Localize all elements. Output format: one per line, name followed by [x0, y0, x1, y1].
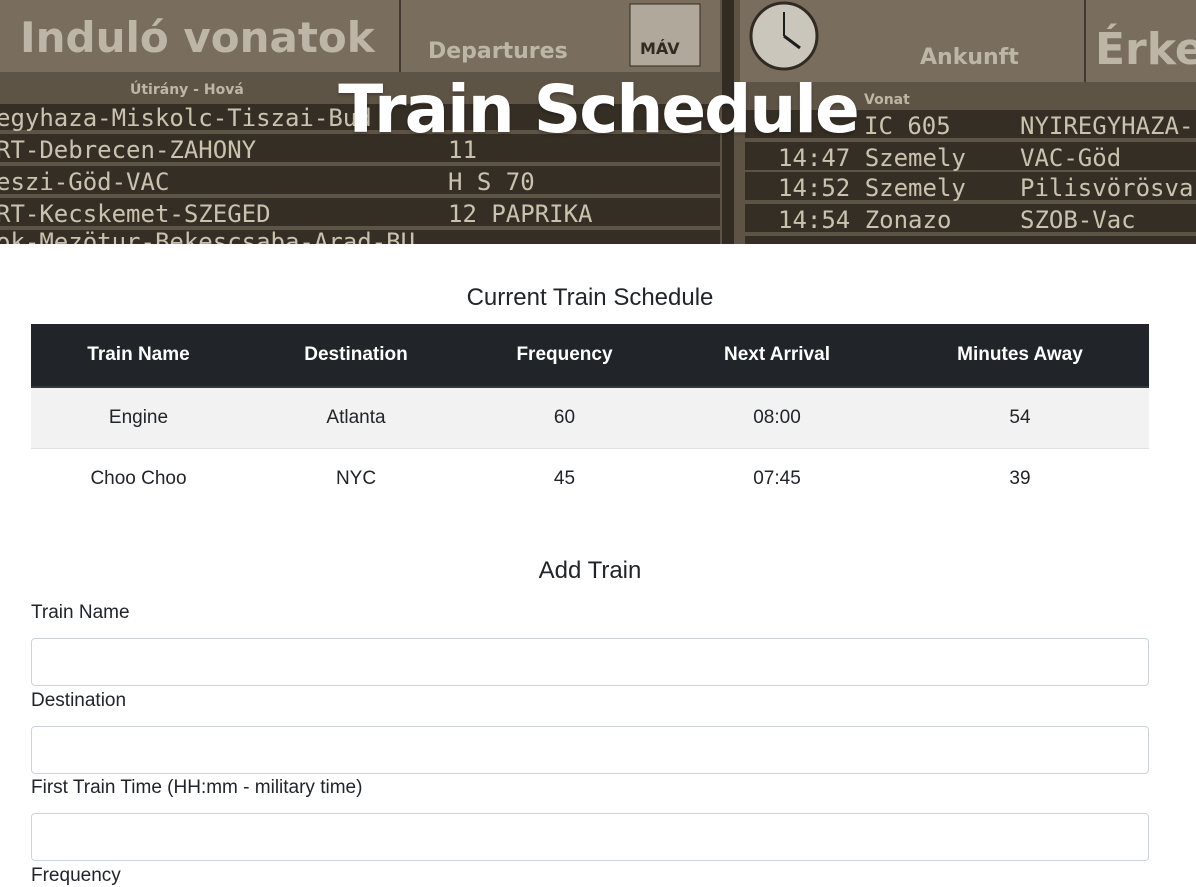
cell-destination: NYC: [246, 448, 466, 509]
page-title: Train Schedule: [338, 71, 859, 148]
schedule-heading: Current Train Schedule: [466, 284, 714, 311]
hero-banner: Induló vonatok Departures MÁV Ankunft Ér…: [0, 0, 1196, 244]
cell-train-name: Choo Choo: [31, 448, 246, 509]
table-row: Choo Choo NYC 45 07:45 39: [31, 448, 1149, 509]
table-header-row: Train Name Destination Frequency Next Ar…: [31, 324, 1149, 388]
table-header: Train Name Destination Frequency Next Ar…: [31, 324, 1149, 388]
add-train-heading: Add Train: [538, 557, 642, 584]
first-train-time-input[interactable]: [31, 813, 1149, 861]
first-train-time-label: First Train Time (HH:mm - military time): [31, 777, 363, 798]
train-schedule-table: Train Name Destination Frequency Next Ar…: [31, 324, 1149, 509]
column-header-frequency: Frequency: [466, 324, 663, 388]
table-row: Engine Atlanta 60 08:00 54: [31, 386, 1149, 449]
column-header-minutes-away: Minutes Away: [891, 324, 1149, 388]
train-name-input[interactable]: [31, 638, 1149, 686]
train-name-label: Train Name: [31, 602, 130, 623]
destination-input[interactable]: [31, 726, 1149, 774]
column-header-train-name: Train Name: [31, 324, 246, 388]
cell-minutes-away: 39: [891, 448, 1149, 509]
cell-next-arrival: 07:45: [663, 448, 891, 509]
cell-next-arrival: 08:00: [663, 386, 891, 449]
cell-frequency: 45: [466, 448, 663, 509]
frequency-label: Frequency: [31, 865, 121, 886]
cell-train-name: Engine: [31, 386, 246, 449]
table-body: Engine Atlanta 60 08:00 54 Choo Choo NYC…: [31, 386, 1149, 509]
cell-minutes-away: 54: [891, 386, 1149, 449]
column-header-next-arrival: Next Arrival: [663, 324, 891, 388]
cell-destination: Atlanta: [246, 386, 466, 449]
destination-label: Destination: [31, 690, 127, 711]
cell-frequency: 60: [466, 386, 663, 449]
column-header-destination: Destination: [246, 324, 466, 388]
